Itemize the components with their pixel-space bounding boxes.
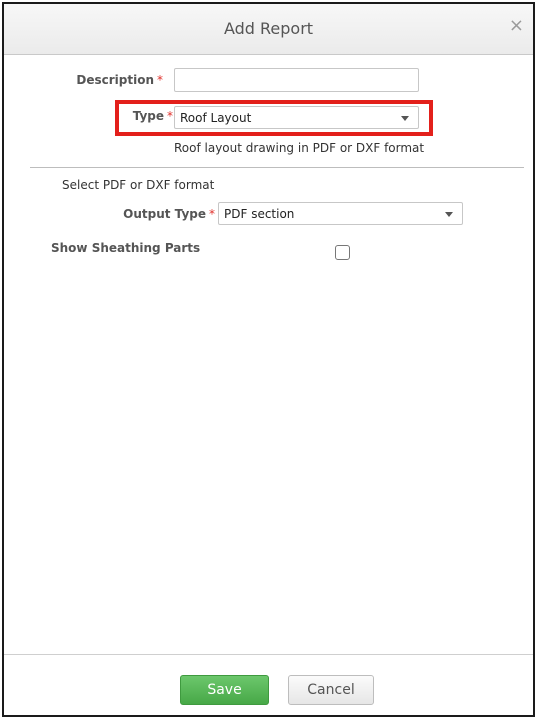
show-sheathing-label: Show Sheathing Parts xyxy=(51,241,201,255)
section-divider xyxy=(30,167,524,168)
output-type-label: Output Type * xyxy=(123,207,215,221)
chevron-down-icon xyxy=(401,116,409,121)
format-hint: Select PDF or DXF format xyxy=(62,178,215,192)
dialog-footer: Save Cancel xyxy=(4,654,533,715)
description-label: Description * xyxy=(76,73,163,87)
save-button[interactable]: Save xyxy=(180,675,269,705)
required-mark: * xyxy=(209,207,215,221)
type-select-value: Roof Layout xyxy=(180,111,252,125)
close-icon[interactable]: × xyxy=(509,15,524,36)
type-hint: Roof layout drawing in PDF or DXF format xyxy=(174,141,425,155)
output-type-select-value: PDF section xyxy=(224,207,295,221)
chevron-down-icon xyxy=(445,212,453,217)
type-label-text: Type xyxy=(132,109,164,123)
description-input[interactable] xyxy=(174,68,419,92)
output-type-label-text: Output Type xyxy=(123,207,206,221)
required-mark: * xyxy=(167,109,173,123)
add-report-dialog: Add Report × Description * Type * Roof Lay… xyxy=(2,2,535,717)
description-label-text: Description xyxy=(76,73,154,87)
type-select[interactable]: Roof Layout xyxy=(174,106,419,129)
output-type-select[interactable]: PDF section xyxy=(218,202,463,225)
cancel-button[interactable]: Cancel xyxy=(288,675,374,705)
dialog-titlebar: Add Report × xyxy=(4,4,533,55)
dialog-title: Add Report xyxy=(223,19,314,38)
required-mark: * xyxy=(157,73,163,87)
type-label: Type * xyxy=(133,109,173,123)
show-sheathing-checkbox[interactable] xyxy=(335,245,350,260)
